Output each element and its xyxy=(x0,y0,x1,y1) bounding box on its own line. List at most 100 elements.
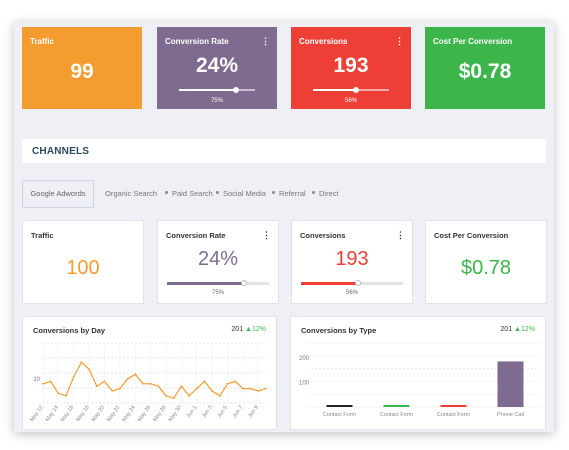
kpi-value: $0.78 xyxy=(458,60,512,83)
tab-organic-search[interactable]: Organic Search xyxy=(105,189,157,198)
data-point xyxy=(42,382,44,385)
data-point xyxy=(126,378,129,380)
kpi-value: $0.78 xyxy=(460,257,512,279)
kpi-title: Cost Per Conversion xyxy=(433,37,513,46)
data-point xyxy=(188,394,191,397)
bar xyxy=(440,405,467,407)
conversions-by-type-card: Conversions by Type 201 ▲12% 100 200 Conta… xyxy=(290,316,546,430)
tab-separator-dot xyxy=(165,191,168,194)
kpi-title: Cost Per Conversion xyxy=(434,231,509,240)
data-point xyxy=(195,387,198,390)
data-point xyxy=(80,361,83,364)
top-kpi-card: Cost Per Conversion $0.78 xyxy=(425,27,545,109)
x-tick-label: Jun 9 xyxy=(247,405,260,419)
y-tick-label: 10 xyxy=(33,377,40,383)
y-tick-label: 100 xyxy=(299,380,310,386)
tab-google-adwords[interactable]: Google Adwords xyxy=(22,180,94,208)
data-point xyxy=(95,385,98,388)
progress-label: 56% xyxy=(345,290,358,296)
x-tick-label: Contact Form xyxy=(380,412,414,418)
x-tick-label: Contact Form xyxy=(323,412,357,418)
kpi-value: 193 xyxy=(333,54,369,77)
progress-bar xyxy=(167,280,269,286)
tab-direct[interactable]: Direct xyxy=(319,189,339,198)
more-options-icon[interactable]: ⋮ xyxy=(395,36,404,47)
kpi-title: Traffic xyxy=(31,231,54,240)
progress-fill xyxy=(301,280,362,286)
tab-paid-search[interactable]: Paid Search xyxy=(172,189,213,198)
channels-header: CHANNELS xyxy=(22,139,546,163)
progress-bar xyxy=(313,86,389,93)
progress-label: 75% xyxy=(210,98,223,104)
data-point xyxy=(111,390,114,392)
x-tick-label: Jun 5 xyxy=(217,405,230,419)
data-point xyxy=(203,380,206,383)
kpi-value: 24% xyxy=(195,54,239,77)
progress-knob xyxy=(355,280,362,286)
data-point xyxy=(57,392,60,395)
bar xyxy=(497,361,524,407)
data-point xyxy=(165,394,167,397)
data-point xyxy=(134,373,137,376)
progress-knob xyxy=(352,86,359,93)
x-tick-label: May 26 xyxy=(137,405,152,423)
data-point xyxy=(118,387,121,390)
bar xyxy=(383,405,410,407)
series-line xyxy=(42,361,267,399)
tab-referral[interactable]: Referral xyxy=(279,189,306,198)
data-point xyxy=(149,382,152,385)
progress-fill xyxy=(167,280,247,286)
progress-knob xyxy=(240,280,247,286)
data-point xyxy=(72,375,75,378)
more-options-icon[interactable]: ⋮ xyxy=(262,230,271,241)
data-point xyxy=(249,387,252,390)
data-point xyxy=(234,380,237,383)
kpi-value: 100 xyxy=(66,257,100,279)
data-point xyxy=(157,385,160,388)
x-tick-label: Contact Form xyxy=(437,412,471,418)
kpi-title: Conversions xyxy=(299,37,348,46)
bar xyxy=(326,405,353,407)
x-tick-label: May 18 xyxy=(76,405,91,423)
progress-label: 75% xyxy=(211,290,224,296)
x-tick-label: Jun 3 xyxy=(201,405,214,419)
data-point xyxy=(226,382,229,385)
x-tick-label: May 16 xyxy=(60,405,75,423)
more-options-icon[interactable]: ⋮ xyxy=(261,36,270,47)
data-point xyxy=(49,380,52,383)
data-point xyxy=(211,390,214,392)
kpi-title: Traffic xyxy=(30,37,55,46)
x-tick-label: Jun 1 xyxy=(186,405,199,419)
kpi-value: 193 xyxy=(335,248,369,270)
x-tick-label: May 30 xyxy=(168,405,183,423)
kpi-title: Conversion Rate xyxy=(166,231,226,240)
data-point xyxy=(142,382,144,385)
tab-separator-dot xyxy=(312,191,315,194)
kpi-card: Conversion Rate ⋮ 24% 75% xyxy=(157,220,279,304)
data-point xyxy=(257,390,260,392)
data-point xyxy=(172,397,175,400)
x-tick-label: Phone Call xyxy=(497,412,524,418)
top-kpi-card: Traffic 99 xyxy=(22,27,142,109)
kpi-value: 99 xyxy=(70,60,94,83)
x-tick-label: May 20 xyxy=(91,405,106,423)
x-tick-label: May 22 xyxy=(106,405,121,423)
bar-chart: 100 200 Contact Form Contact Form Contact Fo… xyxy=(299,342,539,418)
tab-separator-dot xyxy=(216,191,219,194)
top-kpi-card: Conversions ⋮ 193 56% xyxy=(291,27,411,109)
progress-fill xyxy=(313,86,359,93)
y-tick-label: 200 xyxy=(299,356,310,362)
progress-bar xyxy=(179,86,255,93)
progress-knob xyxy=(233,86,239,93)
x-tick-label: May 12 xyxy=(29,405,44,423)
x-tick-label: May 28 xyxy=(152,405,167,423)
tab-social-media[interactable]: Social Media xyxy=(223,189,266,198)
more-options-icon[interactable]: ⋮ xyxy=(396,230,405,241)
x-tick-label: May 14 xyxy=(45,405,60,423)
progress-fill xyxy=(179,86,239,93)
data-point xyxy=(265,387,267,390)
data-point xyxy=(88,368,91,371)
data-point xyxy=(180,385,183,388)
kpi-title: Conversion Rate xyxy=(165,37,229,46)
data-point xyxy=(103,380,106,383)
